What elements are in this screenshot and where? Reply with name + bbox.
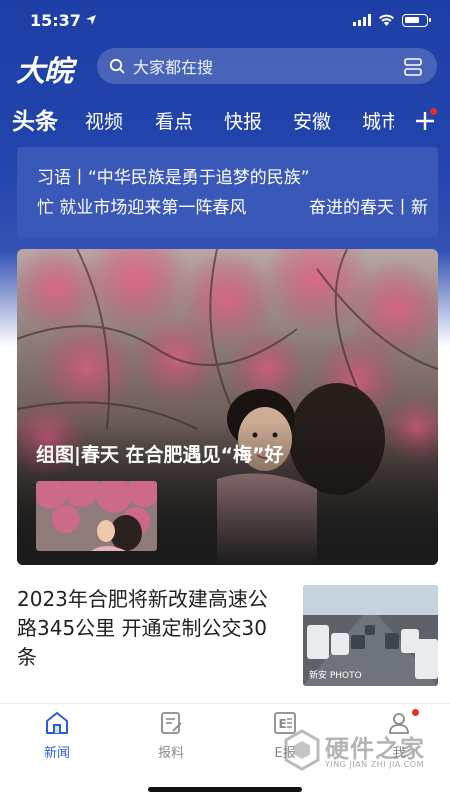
channel-tabs: 头条 视频 看点 快报 安徽 城市 [0, 100, 450, 144]
time-text: 15:37 [30, 10, 81, 30]
signal-icon [353, 14, 371, 26]
tab-kandian[interactable]: 看点 [155, 100, 193, 144]
watermark-brand: 硬件之家 [325, 735, 425, 763]
hero-thumbnail-image [36, 481, 157, 551]
tab-video[interactable]: 视频 [85, 100, 123, 144]
status-bar: 15:37 [0, 0, 450, 40]
ticker-line-2: 忙 就业市场迎来第一阵春风 奋进的春天丨新 [37, 193, 438, 223]
news-article[interactable]: 2023年合肥将新改建高速公路345公里 开通定制公交30条 新安 PHOTO [17, 585, 438, 687]
headline-ticker[interactable]: 习语丨“中华民族是勇于追梦的民族” 忙 就业市场迎来第一阵春风 奋进的春天丨新 [17, 147, 438, 237]
hero-card[interactable]: 组图|春天 在合肥遇见“梅”好 [17, 249, 438, 565]
location-arrow-icon [85, 15, 96, 25]
top-bar: 大皖 大家都在搜 [0, 46, 450, 88]
ticker-line-1[interactable]: 习语丨“中华民族是勇于追梦的民族” [37, 163, 438, 193]
nav-report[interactable]: 报料 [141, 710, 201, 761]
nav-news-label: 新闻 [43, 746, 70, 761]
profile-notification-dot [412, 709, 419, 716]
status-icons [353, 13, 431, 27]
watermark-sub: YING JIAN ZHI JIA.COM [325, 760, 424, 769]
edit-report-icon [161, 712, 182, 734]
channel-notification-dot [430, 108, 437, 115]
tab-headlines[interactable]: 头条 [12, 100, 58, 144]
search-bar[interactable]: 大家都在搜 [97, 48, 437, 84]
nav-news[interactable]: 新闻 [27, 710, 87, 761]
wifi-icon [379, 14, 394, 26]
home-icon [46, 712, 68, 734]
ticker-item-right[interactable]: 奋进的春天丨新 [309, 193, 428, 223]
hero-title[interactable]: 组图|春天 在合肥遇见“梅”好 [36, 440, 284, 467]
home-indicator [148, 787, 302, 792]
search-placeholder: 大家都在搜 [133, 58, 214, 77]
article-meta-partial [17, 695, 57, 699]
app-logo[interactable]: 大皖 [16, 48, 73, 90]
search-icon [109, 58, 125, 74]
tab-anhui[interactable]: 安徽 [293, 100, 331, 144]
tab-city[interactable]: 城市 [362, 100, 394, 144]
hero-thumbnail[interactable] [36, 481, 157, 551]
ticker-item-left[interactable]: 忙 就业市场迎来第一阵春风 [37, 193, 246, 223]
article-image[interactable]: 新安 PHOTO [303, 585, 438, 686]
tab-express[interactable]: 快报 [224, 100, 262, 144]
watermark-logo-icon [284, 729, 320, 771]
article-title[interactable]: 2023年合肥将新改建高速公路345公里 开通定制公交30条 [17, 585, 279, 672]
article-image-graphic: 新安 PHOTO [303, 585, 438, 686]
battery-icon [402, 13, 431, 27]
article-image-watermark: 新安 PHOTO [309, 669, 362, 681]
status-time: 15:37 [30, 11, 97, 30]
nav-report-label: 报料 [157, 746, 184, 761]
scan-icon[interactable] [403, 57, 423, 77]
site-watermark: 硬件之家 YING JIAN ZHI JIA.COM [283, 727, 443, 775]
